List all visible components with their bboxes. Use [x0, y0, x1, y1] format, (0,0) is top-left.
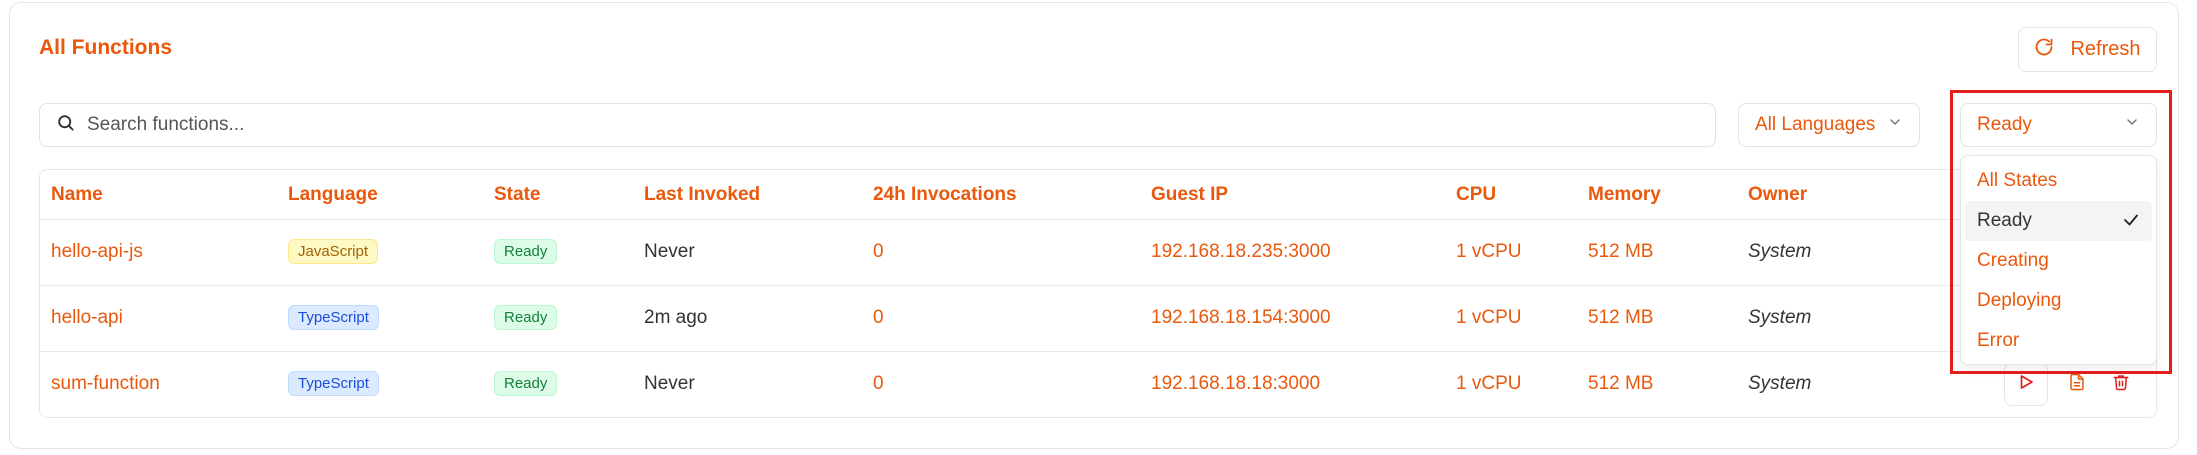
state-option-deploying[interactable]: Deploying: [1965, 281, 2152, 321]
check-icon: [2122, 211, 2140, 235]
language-filter-select[interactable]: All Languages: [1738, 103, 1920, 147]
language-badge: JavaScript: [288, 239, 379, 264]
invocations-cell: 0: [873, 241, 884, 262]
last-invoked-cell: Never: [644, 241, 695, 262]
cpu-cell: 1 vCPU: [1456, 373, 1522, 394]
owner-cell: System: [1748, 241, 1812, 262]
column-header-invocations[interactable]: 24h Invocations: [873, 184, 1017, 206]
guest-ip-cell: 192.168.18.18:3000: [1151, 373, 1321, 394]
state-option-label: Ready: [1977, 210, 2032, 231]
guest-ip-cell: 192.168.18.235:3000: [1151, 241, 1331, 262]
table-row[interactable]: hello-api TypeScript Ready 2m ago 0 192.…: [40, 286, 2156, 352]
invocations-cell: 0: [873, 307, 884, 328]
column-header-cpu[interactable]: CPU: [1456, 184, 1496, 206]
refresh-label: Refresh: [2070, 38, 2141, 60]
state-option-all[interactable]: All States: [1965, 161, 2152, 201]
language-filter-value: All Languages: [1755, 114, 1876, 135]
state-badge: Ready: [494, 239, 558, 264]
state-filter-dropdown: All States Ready Creating Deploying Erro…: [1960, 155, 2157, 365]
column-header-name[interactable]: Name: [51, 184, 103, 206]
memory-cell: 512 MB: [1588, 241, 1654, 262]
column-header-language[interactable]: Language: [288, 184, 378, 206]
memory-cell: 512 MB: [1588, 373, 1654, 394]
column-header-state[interactable]: State: [494, 184, 540, 206]
chevron-down-icon: [1887, 114, 1903, 136]
delete-function-button[interactable]: [2106, 369, 2136, 399]
function-name-link[interactable]: hello-api: [51, 307, 123, 329]
document-icon: [2068, 372, 2086, 397]
invocations-cell: 0: [873, 373, 884, 394]
memory-cell: 512 MB: [1588, 307, 1654, 328]
search-input[interactable]: [87, 114, 1687, 136]
column-header-memory[interactable]: Memory: [1588, 184, 1661, 206]
play-icon: [2017, 373, 2035, 396]
owner-cell: System: [1748, 373, 1812, 394]
column-header-owner[interactable]: Owner: [1748, 184, 1807, 206]
table-row[interactable]: sum-function TypeScript Ready Never 0 19…: [40, 352, 2156, 417]
search-box[interactable]: [39, 103, 1716, 147]
column-header-last-invoked[interactable]: Last Invoked: [644, 184, 760, 206]
column-header-guest-ip[interactable]: Guest IP: [1151, 184, 1228, 206]
run-function-button[interactable]: [2004, 362, 2048, 406]
table-row[interactable]: hello-api-js JavaScript Ready Never 0 19…: [40, 220, 2156, 286]
state-filter-value: Ready: [1977, 114, 2032, 135]
page-title: All Functions: [39, 36, 172, 59]
state-filter-select[interactable]: Ready: [1960, 103, 2157, 147]
function-name-link[interactable]: sum-function: [51, 373, 160, 395]
language-badge: TypeScript: [288, 371, 379, 396]
guest-ip-cell: 192.168.18.154:3000: [1151, 307, 1331, 328]
state-option-creating[interactable]: Creating: [1965, 241, 2152, 281]
cpu-cell: 1 vCPU: [1456, 307, 1522, 328]
last-invoked-cell: 2m ago: [644, 307, 708, 328]
owner-cell: System: [1748, 307, 1812, 328]
refresh-icon: [2034, 37, 2054, 63]
chevron-down-icon: [2124, 114, 2140, 136]
language-badge: TypeScript: [288, 305, 379, 330]
trash-icon: [2112, 372, 2130, 397]
refresh-button[interactable]: Refresh: [2018, 27, 2157, 72]
row-actions: [2004, 362, 2136, 406]
state-badge: Ready: [494, 371, 558, 396]
function-name-link[interactable]: hello-api-js: [51, 241, 143, 263]
state-option-error[interactable]: Error: [1965, 321, 2152, 361]
state-badge: Ready: [494, 305, 558, 330]
state-option-ready[interactable]: Ready: [1965, 201, 2152, 241]
last-invoked-cell: Never: [644, 373, 695, 394]
search-icon: [56, 113, 75, 137]
functions-table: Name Language State Last Invoked 24h Inv…: [39, 169, 2157, 418]
cpu-cell: 1 vCPU: [1456, 241, 1522, 262]
view-logs-button[interactable]: [2062, 369, 2092, 399]
